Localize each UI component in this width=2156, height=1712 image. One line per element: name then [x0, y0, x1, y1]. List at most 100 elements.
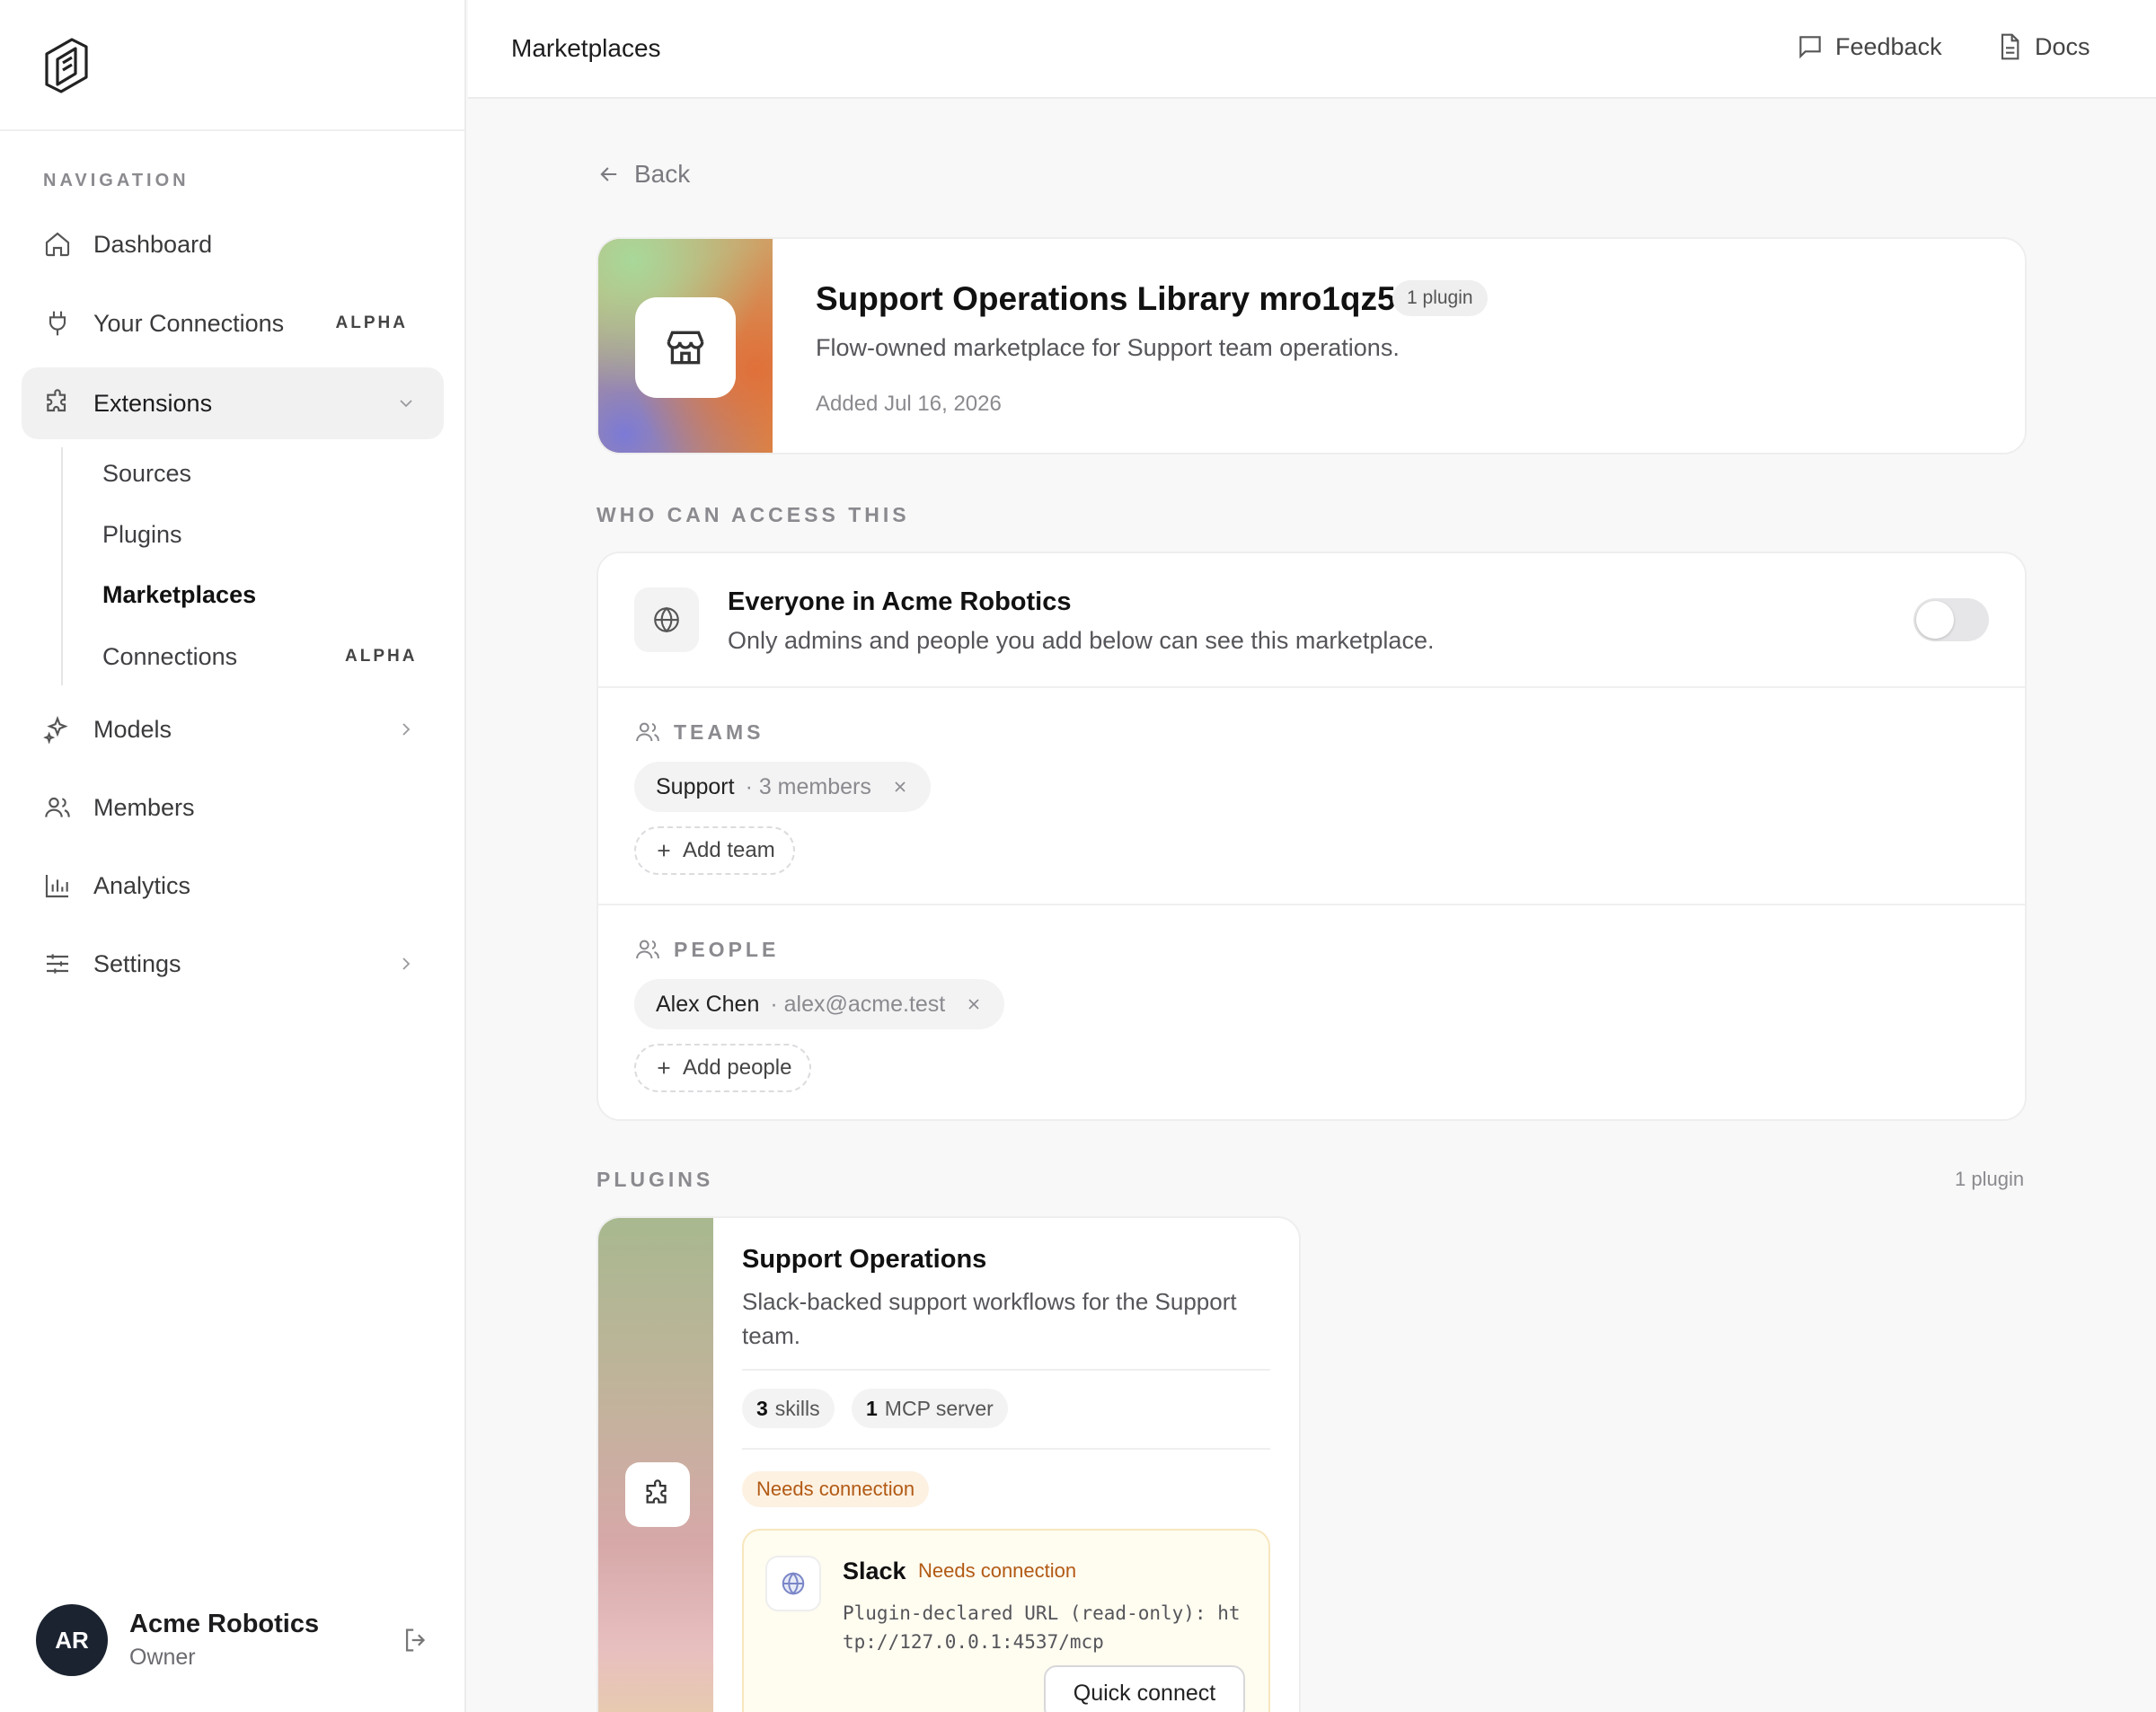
app-logo-icon[interactable]	[40, 34, 93, 97]
plugin-title: Support Operations	[742, 1245, 987, 1274]
access-card: Everyone in Acme Robotics Only admins an…	[596, 552, 2027, 1121]
sidebar-item-label: Settings	[93, 949, 181, 977]
subnav-line	[61, 447, 63, 685]
sidebar-subitem-plugins[interactable]: Plugins	[102, 521, 182, 549]
teams-heading: TEAMS	[634, 719, 764, 746]
divider	[742, 1448, 1270, 1450]
mcp-label: MCP server	[884, 1396, 994, 1420]
divider	[598, 686, 2025, 688]
team-meta: · 3 members	[745, 773, 871, 799]
user-role: Owner	[129, 1645, 196, 1670]
user-profile[interactable]: AR Acme Robotics Owner	[36, 1604, 431, 1676]
sidebar-item-connections[interactable]: Your Connections ALPHA	[22, 287, 444, 359]
plugin-card[interactable]: Support Operations Slack-backed support …	[596, 1216, 1301, 1712]
plugin-description: Slack-backed support workflows for the S…	[742, 1288, 1237, 1349]
puzzle-icon	[22, 389, 93, 418]
everyone-access-toggle[interactable]	[1913, 598, 1989, 641]
skills-label: skills	[774, 1396, 820, 1420]
plus-icon	[658, 1062, 670, 1074]
sidebar-subitem-marketplaces[interactable]: Marketplaces	[102, 581, 256, 609]
access-section-label: WHO CAN ACCESS THIS	[596, 503, 910, 526]
marketplace-header-card: Support Operations Library mro1qz53 1 pl…	[596, 237, 2027, 454]
divider	[742, 1369, 1270, 1371]
sidebar-item-dashboard[interactable]: Dashboard	[22, 208, 444, 280]
connection-box: Slack Needs connection Plugin-declared U…	[742, 1529, 1270, 1712]
avatar: AR	[36, 1604, 108, 1676]
page-title: Marketplaces	[511, 34, 661, 62]
team-name: Support	[656, 773, 735, 799]
sparkles-icon	[22, 715, 93, 744]
sidebar-item-label: Dashboard	[93, 230, 213, 258]
users-icon	[636, 722, 659, 742]
add-people-button[interactable]: Add people	[634, 1044, 812, 1092]
sidebar-item-models[interactable]: Models	[22, 693, 444, 765]
status-badge: Needs connection	[742, 1471, 930, 1507]
quick-connect-button[interactable]: Quick connect	[1044, 1665, 1245, 1712]
everyone-access-title: Everyone in Acme Robotics	[728, 587, 1072, 616]
sidebar-item-label: Your Connections	[93, 309, 285, 337]
people-heading: PEOPLE	[634, 936, 779, 963]
sidebar-item-settings[interactable]: Settings	[22, 928, 444, 1000]
store-icon	[635, 297, 736, 398]
slack-icon	[765, 1556, 821, 1611]
puzzle-icon	[625, 1462, 690, 1527]
plugin-cover-art	[598, 1218, 713, 1712]
chevron-down-icon	[400, 400, 412, 408]
connection-name: Slack	[843, 1558, 906, 1584]
sidebar-item-label: Members	[93, 793, 195, 821]
sidebar-item-members[interactable]: Members	[22, 772, 444, 843]
toggle-knob	[1916, 601, 1954, 639]
sidebar-item-extensions[interactable]: Extensions	[22, 367, 444, 439]
mcp-count: 1	[866, 1396, 878, 1420]
person-name: Alex Chen	[656, 991, 760, 1017]
add-people-label: Add people	[683, 1055, 792, 1080]
back-link[interactable]: Back	[596, 160, 690, 189]
users-icon	[22, 793, 93, 822]
alpha-badge: ALPHA	[345, 647, 418, 666]
plus-icon	[658, 844, 670, 857]
sidebar-item-label: Models	[93, 715, 172, 743]
close-icon[interactable]	[965, 995, 983, 1013]
alpha-badge: ALPHA	[335, 313, 408, 332]
sidebar: NAVIGATION Dashboard Your Connections AL…	[0, 0, 466, 1712]
feedback-label: Feedback	[1835, 32, 1942, 60]
person-email: · alex@acme.test	[770, 991, 946, 1017]
plugins-count: 1 plugin	[1955, 1168, 2025, 1190]
team-chip: Support · 3 members	[634, 762, 931, 812]
marketplace-added-date: Added Jul 16, 2026	[816, 392, 1002, 416]
docs-label: Docs	[2035, 32, 2090, 60]
user-name: Acme Robotics	[129, 1610, 320, 1638]
mcp-count-badge: 1 MCP server	[852, 1389, 1008, 1428]
arrow-left-icon	[600, 167, 617, 181]
bar-chart-icon	[22, 871, 93, 900]
sidebar-subitem-sources[interactable]: Sources	[102, 460, 191, 488]
everyone-access-description: Only admins and people you add below can…	[728, 627, 1435, 654]
add-team-label: Add team	[683, 838, 775, 862]
feedback-button[interactable]: Feedback	[1796, 32, 1942, 61]
connection-status: Needs connection	[918, 1559, 1077, 1582]
logout-icon[interactable]	[401, 1625, 431, 1655]
home-icon	[22, 230, 93, 259]
marketplace-description: Flow-owned marketplace for Support team …	[816, 334, 1400, 361]
teams-label: TEAMS	[674, 719, 764, 744]
topbar: Marketplaces Feedback Docs	[468, 0, 2156, 99]
chevron-right-icon	[402, 957, 411, 970]
back-label: Back	[634, 160, 691, 188]
sidebar-item-label: Analytics	[93, 871, 191, 899]
person-chip: Alex Chen · alex@acme.test	[634, 979, 1005, 1029]
sidebar-item-label: Extensions	[93, 389, 213, 417]
plugins-section-label: PLUGINS	[596, 1168, 714, 1191]
document-icon	[2001, 33, 2019, 60]
docs-button[interactable]: Docs	[1995, 32, 2090, 61]
sidebar-subitem-connections[interactable]: Connections	[102, 643, 237, 671]
nav-heading: NAVIGATION	[43, 171, 190, 190]
skills-count-badge: 3 skills	[742, 1389, 835, 1428]
message-square-icon	[1799, 36, 1821, 59]
people-label: PEOPLE	[674, 937, 780, 961]
sliders-icon	[22, 949, 93, 978]
close-icon[interactable]	[891, 778, 909, 796]
add-team-button[interactable]: Add team	[634, 826, 795, 875]
sidebar-item-analytics[interactable]: Analytics	[22, 850, 444, 922]
skills-count: 3	[756, 1396, 768, 1420]
users-icon	[636, 940, 659, 959]
